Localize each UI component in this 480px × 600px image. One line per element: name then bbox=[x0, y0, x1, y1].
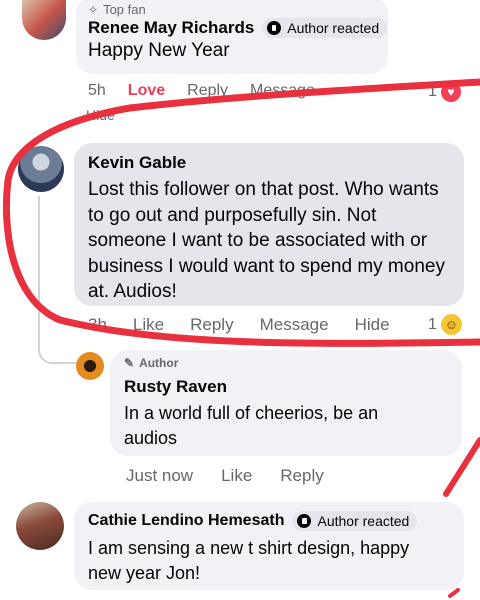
comment-bubble: ✎ Author Rusty Raven In a world full of … bbox=[110, 350, 462, 456]
hide-action-row: Hide bbox=[86, 107, 115, 123]
laugh-emoji-icon: ☺ bbox=[440, 314, 462, 335]
comment-actions: 3h Like Reply Message Hide bbox=[88, 315, 390, 335]
avatar[interactable] bbox=[16, 502, 64, 550]
message-button[interactable]: Message bbox=[260, 315, 329, 335]
reply-button[interactable]: Reply bbox=[187, 82, 228, 100]
commenter-name[interactable]: Rusty Raven bbox=[124, 377, 227, 397]
top-fan-row: ✧ Top fan bbox=[88, 2, 146, 17]
avatar[interactable] bbox=[22, 0, 66, 40]
comment-header: Renee May Richards Author reacted bbox=[88, 18, 388, 38]
diamond-icon: ✧ bbox=[88, 2, 99, 17]
reaction-summary[interactable]: 1 ☺ bbox=[428, 314, 462, 335]
avatar-logo bbox=[76, 352, 104, 380]
author-reacted-badge: Author reacted bbox=[262, 18, 388, 38]
comment-bubble: ✧ Top fan Renee May Richards Author reac… bbox=[76, 0, 388, 74]
reply-button[interactable]: Reply bbox=[280, 466, 323, 486]
heart-icon: ♥ bbox=[440, 82, 461, 102]
comment-bubble: Kevin Gable Lost this follower on that p… bbox=[74, 143, 464, 306]
message-button[interactable]: Message bbox=[250, 82, 315, 100]
reaction-count: 1 bbox=[428, 83, 437, 100]
author-label-row: ✎ Author bbox=[124, 356, 178, 370]
comment-text: Lost this follower on that post. Who wan… bbox=[88, 179, 445, 302]
author-reacted-icon bbox=[267, 21, 282, 35]
comment-header: Cathie Lendino Hemesath Author reacted bbox=[88, 511, 418, 531]
comment-text: Happy New Year bbox=[88, 40, 230, 61]
commenter-name[interactable]: Kevin Gable bbox=[88, 153, 186, 173]
commenter-name[interactable]: Renee May Richards bbox=[88, 18, 254, 38]
thread-connector bbox=[38, 330, 78, 364]
avatar[interactable] bbox=[18, 146, 64, 192]
author-reacted-icon bbox=[297, 514, 312, 528]
pencil-icon: ✎ bbox=[124, 356, 135, 370]
hide-button[interactable]: Hide bbox=[355, 315, 390, 335]
comment-time: Just now bbox=[126, 466, 194, 485]
top-fan-label: Top fan bbox=[103, 2, 146, 17]
thread-line bbox=[38, 196, 40, 346]
author-label: Author bbox=[139, 356, 179, 370]
reply-button[interactable]: Reply bbox=[190, 315, 233, 335]
comment-time: 5h bbox=[88, 82, 106, 99]
commenter-name[interactable]: Cathie Lendino Hemesath bbox=[88, 512, 284, 530]
author-reacted-label: Author reacted bbox=[287, 20, 380, 36]
annotation-mark-bottom bbox=[448, 588, 460, 598]
comment-time: 3h bbox=[88, 315, 107, 334]
comment-actions: 5h Love Reply Message bbox=[88, 82, 315, 100]
like-button[interactable]: Like bbox=[133, 315, 164, 335]
reaction-count: 1 bbox=[428, 315, 437, 333]
comment-text: I am sensing a new t shirt design, happy… bbox=[88, 538, 410, 583]
reaction-summary[interactable]: 1 ♥ bbox=[428, 82, 461, 102]
author-reacted-badge: Author reacted bbox=[292, 511, 418, 531]
comment-actions: Just now Like Reply bbox=[126, 466, 324, 486]
like-button[interactable]: Like bbox=[221, 466, 252, 486]
comment-bubble: Cathie Lendino Hemesath Author reacted I… bbox=[74, 502, 464, 590]
comment-text: In a world full of cheerios, be an audio… bbox=[124, 403, 379, 448]
avatar-photo bbox=[16, 502, 64, 550]
avatar-photo bbox=[22, 0, 66, 40]
avatar-photo bbox=[18, 146, 64, 192]
author-reacted-label: Author reacted bbox=[317, 513, 410, 529]
love-button[interactable]: Love bbox=[128, 82, 165, 100]
hide-button[interactable]: Hide bbox=[86, 107, 115, 123]
avatar[interactable] bbox=[76, 352, 104, 380]
